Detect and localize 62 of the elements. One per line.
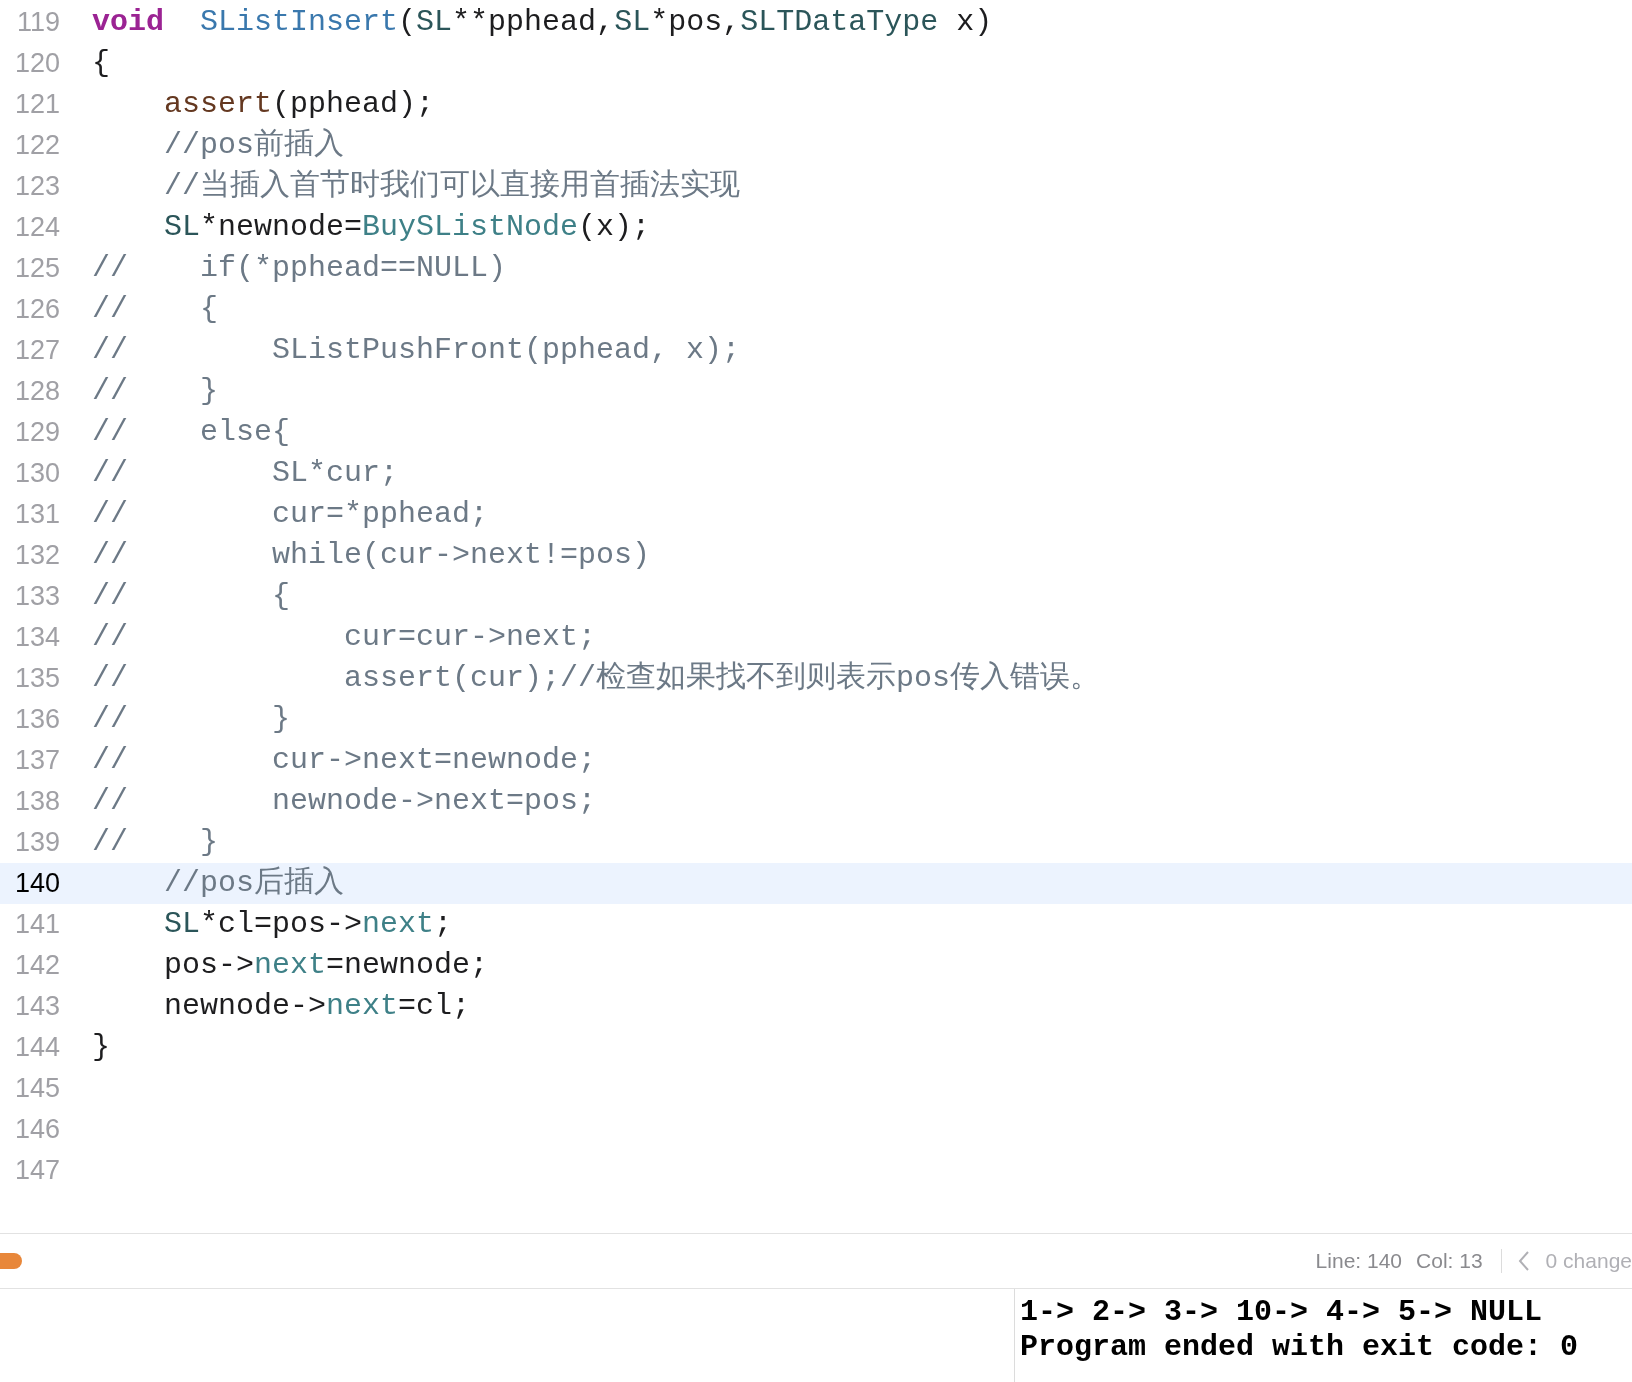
line-number: 145 [13, 1072, 60, 1106]
code-line: // cur->next=newnode; [92, 742, 597, 779]
column-indicator: Col: 13 [1416, 1248, 1483, 1275]
code-line: // else{ [92, 414, 291, 451]
line-indicator: Line: 140 [1315, 1248, 1403, 1275]
code-line: // assert(cur);//检查如果找不到则表示pos传入错误。 [92, 660, 1101, 697]
line-number: 125 [13, 252, 60, 286]
line-number: 141 [13, 908, 60, 942]
code-line: assert(pphead); [163, 86, 435, 123]
code-line: // cur=cur->next; [92, 619, 597, 656]
line-number: 130 [13, 457, 60, 491]
line-number: 144 [13, 1031, 60, 1065]
line-number: 146 [13, 1113, 60, 1147]
code-line: // } [92, 373, 219, 410]
line-number: 137 [13, 744, 60, 778]
line-number: 136 [13, 703, 60, 737]
code-line: // { [92, 578, 291, 615]
line-number: 131 [13, 498, 60, 532]
chevron-left-icon[interactable] [1517, 1250, 1530, 1272]
code-line: //pos后插入 [163, 865, 345, 902]
code-line: // cur=*pphead; [92, 496, 489, 533]
code-line: //pos前插入 [163, 127, 345, 164]
line-number: 119 [15, 6, 60, 40]
code-line: pos->next=newnode; [163, 947, 489, 984]
line-number: 122 [13, 129, 60, 163]
line-number: 129 [13, 416, 60, 450]
code-line: SL*cl=pos->next; [163, 906, 453, 943]
line-number: 127 [13, 334, 60, 368]
line-number: 133 [13, 580, 60, 614]
code-line: //当插入首节时我们可以直接用首插法实现 [163, 168, 741, 205]
line-number: 135 [13, 662, 60, 696]
line-number: 147 [13, 1154, 60, 1188]
code-line: { [92, 45, 110, 82]
code-line: } [92, 1029, 110, 1066]
code-line: // { [92, 291, 219, 328]
line-number: 120 [13, 47, 60, 81]
line-number: 132 [13, 539, 60, 573]
line-number: 121 [13, 88, 60, 122]
line-number: 140 [13, 867, 60, 901]
line-number: 143 [13, 990, 60, 1024]
code-line: // } [92, 701, 291, 738]
code-line: // newnode->next=pos; [92, 783, 597, 820]
console-output-line: 1-> 2-> 3-> 10-> 4-> 5-> NULL [1020, 1295, 1544, 1330]
line-number: 139 [13, 826, 60, 860]
code-line: // SL*cur; [92, 455, 399, 492]
line-number: 124 [13, 211, 60, 245]
code-line: newnode->next=cl; [163, 988, 471, 1025]
line-number: 123 [13, 170, 60, 204]
code-line: void SListInsert(SL**pphead,SL*pos,SLTDataType x) [92, 4, 993, 41]
code-line: SL*newnode=BuySListNode(x); [163, 209, 651, 246]
console-output-line: Program ended with exit code: 0 [1020, 1330, 1580, 1365]
line-number: 138 [13, 785, 60, 819]
line-number: 142 [13, 949, 60, 983]
code-line: // } [92, 824, 219, 861]
code-line: // if(*pphead==NULL) [92, 250, 507, 287]
line-number: 126 [13, 293, 60, 327]
changes-count: 0 change [1545, 1248, 1632, 1275]
code-line: // SListPushFront(pphead, x); [92, 332, 741, 369]
status-indicator [0, 1253, 22, 1269]
line-number: 134 [13, 621, 60, 655]
code-line: // while(cur->next!=pos) [92, 537, 651, 574]
line-number: 128 [13, 375, 60, 409]
